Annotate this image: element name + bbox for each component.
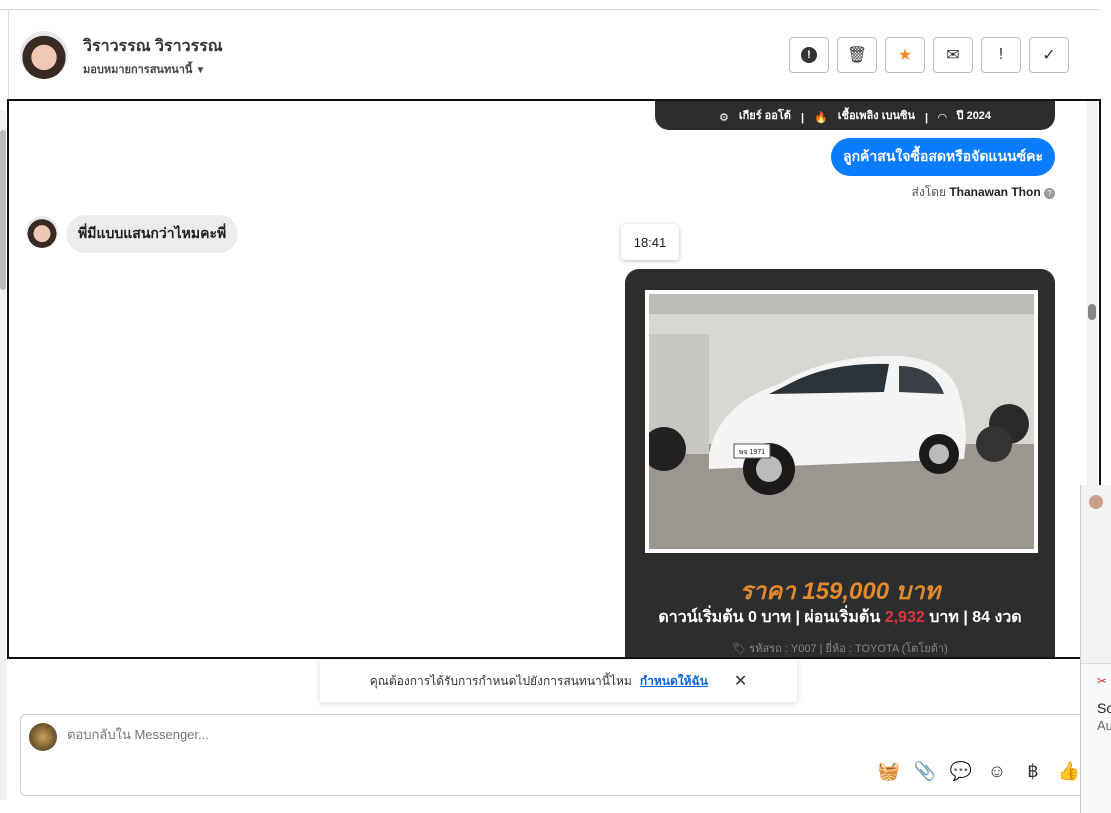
gauge-icon: ◠ xyxy=(938,112,947,124)
toast-subtitle: Au xyxy=(1097,718,1111,733)
sent-by-prefix: ส่งโดย xyxy=(911,185,946,199)
caret-down-icon: ▼ xyxy=(195,65,206,76)
mini-avatar xyxy=(1089,495,1103,509)
star-button[interactable]: ★ xyxy=(885,37,925,73)
sent-by: ส่งโดย Thanawan Thon ? xyxy=(912,183,1055,202)
page-scrollbar[interactable] xyxy=(0,110,6,800)
installment-term: บาท | 84 งวด xyxy=(929,609,1022,626)
assign-label: มอบหมายการสนทนานี้ xyxy=(83,64,193,76)
contact-name: วิราวรรณ วิราวรรณ xyxy=(83,38,223,55)
contact-avatar[interactable] xyxy=(20,31,68,79)
assign-notice: คุณต้องการได้รับการกำหนดไปยังการสนทนานี้… xyxy=(320,660,797,702)
tag-icon: 🏷 xyxy=(732,643,747,655)
side-window[interactable]: ✂ Sc Au xyxy=(1080,485,1111,813)
contact-avatar-small xyxy=(26,216,58,248)
thumbs-up-icon[interactable]: 👍 xyxy=(1056,761,1082,782)
scrollbar-thumb[interactable] xyxy=(1088,304,1096,320)
alert-circle-icon: ! xyxy=(801,47,817,63)
exclamation-icon: ! xyxy=(998,46,1004,63)
scrollbar-thumb[interactable] xyxy=(0,130,6,290)
fuel-icon: 🔥 xyxy=(814,112,828,124)
snip-icon: ✂ xyxy=(1097,674,1108,688)
sent-by-name: Thanawan Thon xyxy=(949,185,1041,199)
trash-icon: 🗑 xyxy=(846,47,868,64)
car-card-previous[interactable]: ⚙ เกียร์ ออโต้ | 🔥 เชื้อเพลิง เบนซิน | ◠ ปี 2… xyxy=(655,101,1055,130)
down-payment: ดาวน์เริ่มต้น 0 บาท | ผ่อนเริ่มต้น xyxy=(658,609,881,626)
close-icon[interactable]: ✕ xyxy=(734,671,747,691)
emoji-icon[interactable]: ☺ xyxy=(984,761,1010,782)
check-icon: ✓ xyxy=(1042,47,1056,64)
license-plate: ษจ 1971 xyxy=(739,449,765,456)
car-photo: ษจ 1971 xyxy=(642,290,1038,553)
car-meta-text: รหัสรถ : Y007 | ยี่ห้อ : TOYOTA (โตโยต้า… xyxy=(749,643,948,655)
assign-dropdown[interactable]: มอบหมายการสนทนานี้ ▼ xyxy=(83,60,205,78)
notice-text: คุณต้องการได้รับการกำหนดไปยังการสนทนานี้… xyxy=(369,673,632,688)
gear-icon: ⚙ xyxy=(718,112,729,124)
divider xyxy=(0,9,1100,10)
delete-button[interactable]: 🗑 xyxy=(837,37,877,73)
car-image: ษจ 1971 xyxy=(642,294,1034,549)
paperclip-icon[interactable]: 📎 xyxy=(912,761,938,782)
chat-bubble-icon[interactable]: 💬 xyxy=(948,761,974,782)
star-icon: ★ xyxy=(897,47,913,64)
spam-button[interactable]: ! xyxy=(789,37,829,73)
installment-amount: 2,932 xyxy=(884,609,925,626)
outgoing-message[interactable]: ลูกค้าสนใจซื้อสดหรือจัดแนนซ์คะ xyxy=(831,138,1055,176)
message-thread: ⚙ เกียร์ ออโต้ | 🔥 เชื้อเพลิง เบนซิน | ◠ ปี 2… xyxy=(7,99,1101,659)
reply-composer: 🧺 📎 💬 ☺ ฿ 👍 xyxy=(20,714,1095,796)
year-text: ปี 2024 xyxy=(956,110,992,122)
car-card[interactable]: ษจ 1971 ราคา 159,000 บาท ดาวน์เริ่มต้น 0… xyxy=(625,269,1055,657)
baht-icon[interactable]: ฿ xyxy=(1020,761,1046,782)
reply-input[interactable] xyxy=(67,727,967,742)
car-meta: 🏷 รหัสรถ : Y007 | ยี่ห้อ : TOYOTA (โตโยต… xyxy=(625,639,1055,657)
divider xyxy=(8,10,9,100)
help-icon[interactable]: ? xyxy=(1044,188,1055,199)
envelope-open-icon: ✉ xyxy=(946,47,960,64)
car-financing: ดาวน์เริ่มต้น 0 บาท | ผ่อนเริ่มต้น 2,932… xyxy=(625,605,1055,630)
shopping-basket-icon[interactable]: 🧺 xyxy=(876,761,902,782)
mark-unread-button[interactable]: ✉ xyxy=(933,37,973,73)
gear-text: เกียร์ ออโต้ xyxy=(738,110,791,122)
message-time-tooltip: 18:41 xyxy=(621,224,679,260)
done-button[interactable]: ✓ xyxy=(1029,37,1069,73)
fuel-text: เชื้อเพลิง เบนซิน xyxy=(837,110,915,122)
composer-toolbar: 🧺 📎 💬 ☺ ฿ 👍 xyxy=(876,761,1082,782)
important-button[interactable]: ! xyxy=(981,37,1021,73)
notification-toast: ✂ Sc Au xyxy=(1081,663,1111,813)
assign-to-me-link[interactable]: กำหนดให้ฉัน xyxy=(640,672,708,691)
toast-title: Sc xyxy=(1097,700,1111,716)
incoming-message[interactable]: พี่มีแบบแสนกว่าไหมคะพี่ xyxy=(66,215,239,253)
page-avatar xyxy=(29,723,57,751)
